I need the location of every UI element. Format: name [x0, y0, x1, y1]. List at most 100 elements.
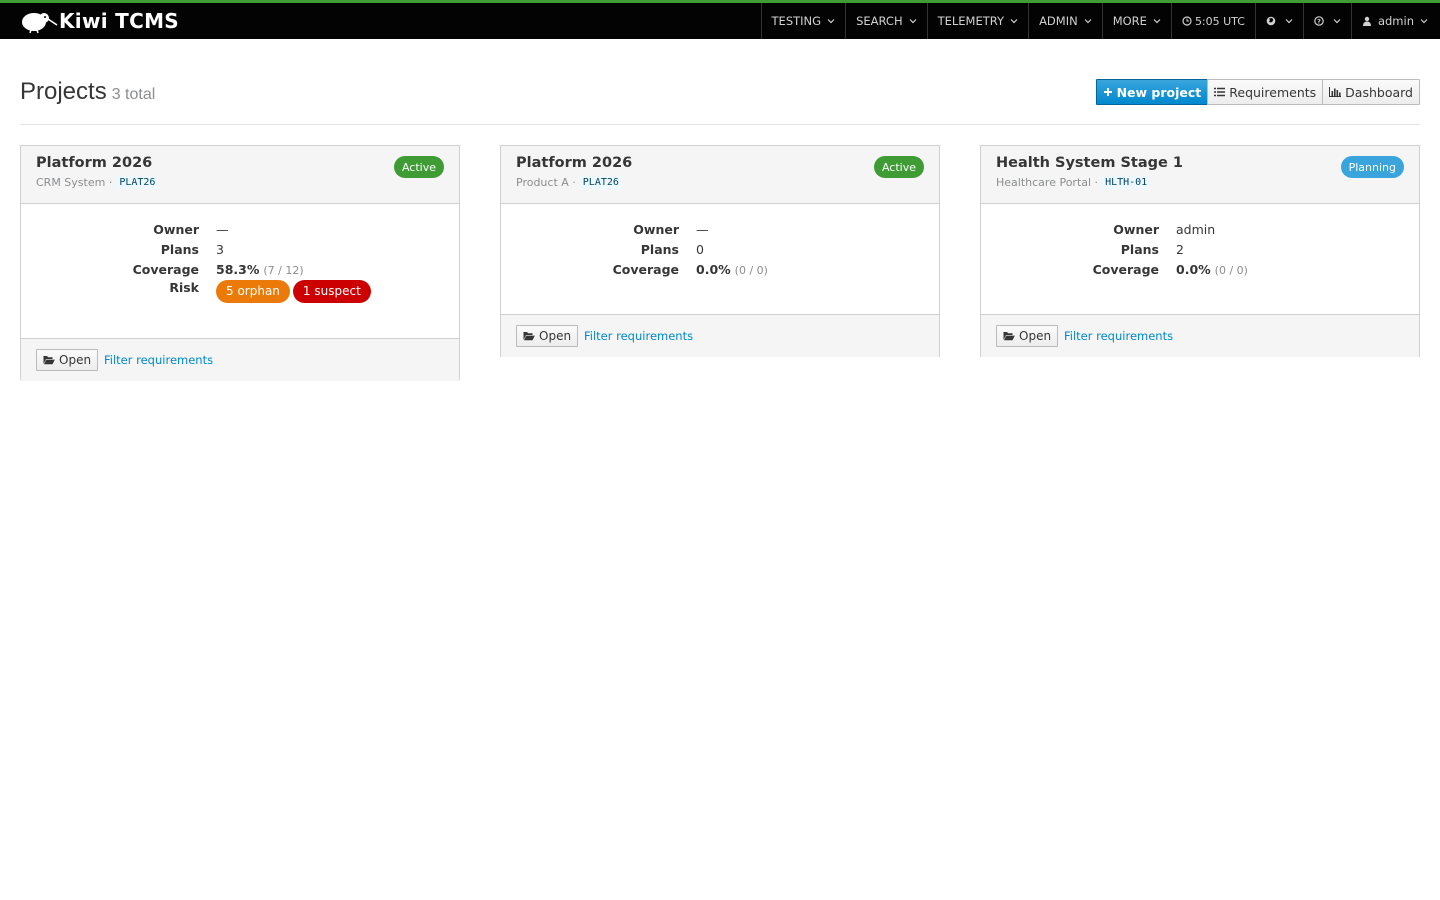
card-body: Owner — Plans 0 Coverage 0.0% (0 / 0) [501, 204, 939, 314]
coverage-value: 0.0% (0 / 0) [696, 262, 768, 277]
open-button[interactable]: Open [996, 325, 1059, 347]
project-count: 3 total [111, 86, 156, 103]
dashboard-button[interactable]: Dashboard [1322, 79, 1420, 105]
open-label: Open [1019, 329, 1052, 343]
filter-requirements-link[interactable]: Filter requirements [584, 329, 693, 343]
open-button[interactable]: Open [36, 349, 99, 371]
clock-text: 5:05 UTC [1194, 14, 1245, 28]
chevron-down-icon [827, 19, 835, 24]
owner-row: Owner — [21, 219, 459, 239]
coverage-value: 0.0% (0 / 0) [1176, 262, 1248, 277]
nav-testing-label: TESTING [771, 14, 822, 28]
coverage-value: 58.3% (7 / 12) [216, 262, 304, 277]
card-header: Platform 2026 CRM System · PLAT26 Active [21, 146, 459, 204]
project-name: Platform 2026 [36, 155, 153, 171]
coverage-row: Coverage 58.3% (7 / 12) [21, 259, 459, 279]
plans-value: 2 [1176, 241, 1184, 257]
svg-text:?: ? [1317, 18, 1321, 26]
coverage-detail: (0 / 0) [734, 263, 768, 277]
plus-icon [1103, 88, 1112, 96]
coverage-detail: (7 / 12) [263, 263, 304, 277]
coverage-detail: (0 / 0) [1214, 263, 1248, 277]
project-meta: Healthcare Portal · HLTH-01 [996, 176, 1151, 189]
risk-value: 5 orphan 1 suspect [216, 280, 374, 303]
owner-label: Owner [153, 221, 199, 237]
nav-more-label: MORE [1112, 14, 1147, 28]
open-button[interactable]: Open [516, 325, 579, 347]
filter-requirements-link[interactable]: Filter requirements [104, 353, 213, 367]
owner-value: admin [1176, 221, 1216, 237]
dashboard-label: Dashboard [1345, 84, 1413, 100]
nav-more[interactable]: MORE [1101, 3, 1171, 39]
project-name: Platform 2026 [516, 155, 633, 171]
help-icon: ? [1314, 16, 1324, 26]
chevron-down-icon [1285, 19, 1293, 24]
nav-admin[interactable]: ADMIN [1028, 3, 1102, 39]
user-name: admin [1377, 14, 1414, 28]
project-code: HLTH-01 [1102, 176, 1151, 189]
owner-value: — [696, 221, 709, 237]
brand-name: Kiwi TCMS [59, 9, 179, 33]
card-footer: Open Filter requirements [21, 338, 459, 381]
nav-help[interactable]: ? [1302, 3, 1351, 39]
project-card: Health System Stage 1 Healthcare Portal … [980, 145, 1420, 357]
page-title: Projects 3 total [20, 78, 155, 106]
nav-telemetry[interactable]: TELEMETRY [926, 3, 1028, 39]
chevron-down-icon [909, 19, 917, 24]
chevron-down-icon [1153, 19, 1161, 24]
owner-row: Owner admin [981, 219, 1419, 239]
chevron-down-icon [1420, 19, 1428, 24]
card-body: Owner — Plans 3 Coverage 58.3% (7 / 12) … [21, 204, 459, 338]
plans-row: Plans 0 [501, 239, 939, 259]
plans-row: Plans 2 [981, 239, 1419, 259]
coverage-percent: 0.0% [696, 261, 731, 277]
chevron-down-icon [1084, 19, 1092, 24]
nav-search-label: SEARCH [856, 14, 903, 28]
filter-requirements-link[interactable]: Filter requirements [1064, 329, 1173, 343]
plans-value: 0 [696, 241, 704, 257]
owner-row: Owner — [501, 219, 939, 239]
nav-testing[interactable]: TESTING [760, 3, 846, 39]
coverage-label: Coverage [132, 261, 199, 277]
coverage-row: Coverage 0.0% (0 / 0) [981, 259, 1419, 279]
project-meta: Product A · PLAT26 [516, 176, 622, 189]
owner-value: — [216, 221, 229, 237]
list-icon [1214, 87, 1226, 97]
plans-value: 3 [216, 241, 224, 257]
owner-label: Owner [633, 221, 679, 237]
requirements-button[interactable]: Requirements [1207, 79, 1324, 105]
nav-admin-label: ADMIN [1039, 14, 1078, 28]
nav-user[interactable]: admin [1350, 3, 1440, 39]
project-code: PLAT26 [579, 176, 622, 189]
header-actions: New project Requirements Dashboard [1095, 79, 1420, 105]
nav-search[interactable]: SEARCH [845, 3, 927, 39]
project-meta: CRM System · PLAT26 [36, 176, 159, 189]
suspect-badge[interactable]: 1 suspect [292, 280, 371, 303]
chevron-down-icon [1010, 19, 1018, 24]
project-card: Platform 2026 CRM System · PLAT26 Active… [20, 145, 460, 381]
open-label: Open [59, 353, 92, 367]
risk-row: Risk 5 orphan 1 suspect [21, 278, 459, 304]
new-project-label: New project [1116, 84, 1202, 100]
card-footer: Open Filter requirements [501, 314, 939, 357]
requirements-label: Requirements [1229, 84, 1317, 100]
brand[interactable]: Kiwi TCMS [18, 7, 179, 35]
orphan-badge[interactable]: 5 orphan [216, 280, 290, 303]
risk-label: Risk [169, 280, 199, 295]
kiwi-logo-icon [22, 13, 58, 34]
plans-label: Plans [1120, 241, 1159, 257]
new-project-button[interactable]: New project [1095, 79, 1209, 105]
nav-clock: 5:05 UTC [1170, 3, 1255, 39]
project-card: Platform 2026 Product A · PLAT26 Active … [500, 145, 940, 357]
project-product: Product A · [516, 176, 576, 189]
open-label: Open [539, 329, 572, 343]
coverage-row: Coverage 0.0% (0 / 0) [501, 259, 939, 279]
project-product: Healthcare Portal · [996, 176, 1099, 189]
project-code: PLAT26 [116, 176, 159, 189]
nav-language[interactable] [1254, 3, 1303, 39]
folder-open-icon [1003, 332, 1015, 341]
plans-label: Plans [640, 241, 679, 257]
page-title-text: Projects [20, 78, 107, 105]
coverage-label: Coverage [612, 261, 679, 277]
status-badge: Planning [1340, 156, 1404, 178]
